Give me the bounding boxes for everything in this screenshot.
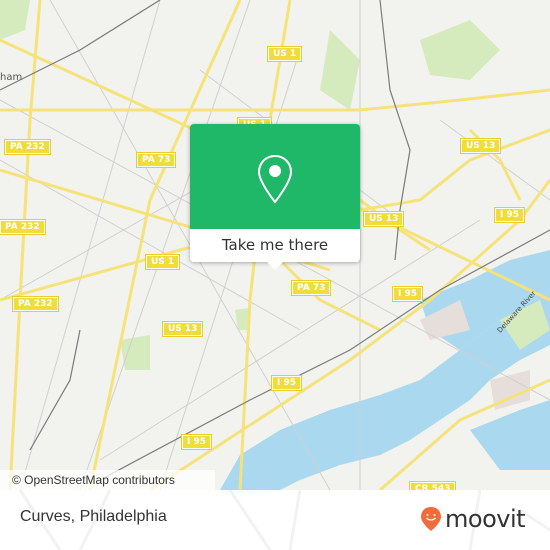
map-pin-icon <box>257 154 293 204</box>
moovit-wordmark: moovit <box>445 505 526 533</box>
route-shield: US 1 <box>144 254 181 270</box>
route-shield: PA 232 <box>12 296 59 312</box>
route-shield: US 13 <box>362 211 405 227</box>
route-shield: PA 232 <box>0 219 46 235</box>
route-shield: CR 543 <box>408 481 457 490</box>
map-attribution[interactable]: © OpenStreetMap contributors <box>0 470 215 490</box>
route-shield: US 13 <box>161 321 204 337</box>
place-title: Curves, Philadelphia <box>20 508 167 525</box>
popup-header <box>190 124 360 229</box>
route-shield: PA 73 <box>290 280 332 296</box>
route-shield: PA 73 <box>135 152 177 168</box>
route-shield: I 95 <box>391 286 424 302</box>
moovit-logo: moovit <box>420 505 526 533</box>
route-shield: I 95 <box>270 375 303 391</box>
park <box>320 30 360 110</box>
place-label: ham <box>0 72 23 83</box>
park <box>420 20 500 80</box>
route-shield: I 95 <box>180 434 213 450</box>
moovit-smile-pin-icon <box>421 507 441 531</box>
popup-tail <box>267 262 283 270</box>
location-popup: Take me there <box>190 124 360 270</box>
route-shield: US 1 <box>266 46 303 62</box>
route-shield: US 13 <box>459 138 502 154</box>
route-shield: I 95 <box>493 207 526 223</box>
route-shield: PA 232 <box>4 139 51 155</box>
take-me-there-button[interactable]: Take me there <box>190 229 360 262</box>
map[interactable]: ham Delaware River US 1 US 1 US 1 US 1 P… <box>0 0 550 490</box>
park <box>120 335 150 370</box>
park <box>0 0 30 40</box>
